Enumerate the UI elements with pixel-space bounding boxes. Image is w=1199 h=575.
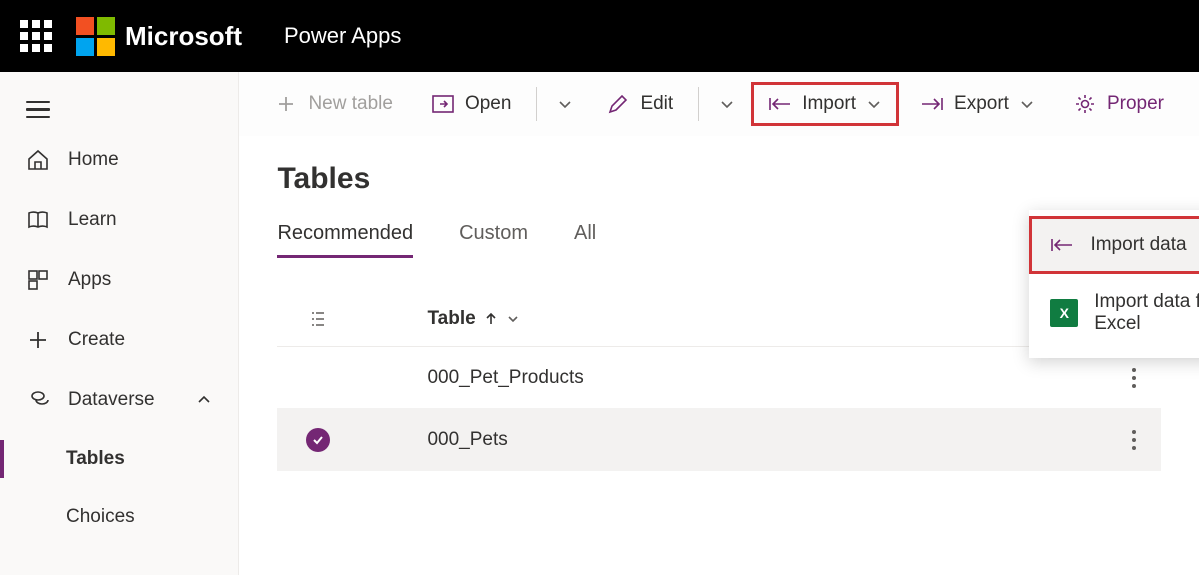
list-icon [308, 309, 328, 329]
tabs: Recommended Custom All [277, 222, 1161, 258]
row-more-button[interactable] [1131, 429, 1137, 451]
sidebar-item-choices[interactable]: Choices [0, 488, 238, 546]
microsoft-squares-icon [76, 17, 115, 56]
table-row[interactable]: 000_Pets [277, 409, 1161, 471]
open-icon [431, 92, 455, 116]
row-name: 000_Pet_Products [353, 367, 583, 389]
table-header: Table [277, 308, 1161, 347]
dropdown-item-import-excel[interactable]: X Import data from Excel [1029, 274, 1199, 352]
column-select[interactable] [283, 309, 353, 329]
dataverse-icon [26, 388, 50, 412]
check-circle-icon [306, 428, 330, 452]
microsoft-logo: Microsoft [76, 17, 242, 56]
dropdown-item-label: Import data [1090, 234, 1186, 256]
chevron-down-icon [719, 96, 735, 112]
hamburger-icon [26, 101, 50, 119]
chevron-down-icon [506, 312, 520, 326]
sidebar-toggle[interactable] [0, 72, 238, 130]
dropdown-item-import-data[interactable]: Import data [1029, 216, 1199, 274]
row-checkbox[interactable] [283, 428, 353, 452]
separator [536, 87, 537, 121]
command-bar: New table Open Edit [239, 72, 1199, 136]
chevron-down-icon [1019, 96, 1035, 112]
brand-text: Microsoft [125, 21, 242, 52]
more-vertical-icon [1131, 429, 1137, 451]
more-vertical-icon [1131, 367, 1137, 389]
pencil-icon [606, 92, 630, 116]
separator [698, 87, 699, 121]
plus-icon [26, 328, 50, 352]
column-header-label: Table [427, 308, 475, 330]
row-name: 000_Pets [353, 429, 507, 451]
sidebar-item-label: Choices [66, 506, 135, 528]
open-chevron[interactable] [545, 82, 585, 126]
excel-icon: X [1050, 299, 1078, 327]
import-button[interactable]: Import [751, 82, 899, 126]
properties-button[interactable]: Proper [1056, 82, 1181, 126]
new-table-button[interactable]: New table [257, 82, 410, 126]
cmd-label: Edit [640, 93, 673, 115]
cmd-label: Open [465, 93, 511, 115]
sidebar-item-dataverse[interactable]: Dataverse [0, 370, 238, 430]
sidebar-item-label: Dataverse [68, 389, 155, 411]
sidebar-item-label: Learn [68, 209, 117, 231]
apps-icon [26, 268, 50, 292]
edit-chevron[interactable] [707, 82, 747, 126]
sidebar-item-label: Home [68, 149, 119, 171]
chevron-down-icon [866, 96, 882, 112]
open-button[interactable]: Open [414, 82, 528, 126]
sidebar-item-apps[interactable]: Apps [0, 250, 238, 310]
book-icon [26, 208, 50, 232]
chevron-down-icon [557, 96, 573, 112]
cmd-label: Import [802, 93, 856, 115]
home-icon [26, 148, 50, 172]
sidebar: Home Learn Apps Create D [0, 72, 239, 575]
sidebar-item-home[interactable]: Home [0, 130, 238, 190]
gear-icon [1073, 92, 1097, 116]
main-area: New table Open Edit [239, 72, 1199, 575]
row-more-button[interactable] [1131, 367, 1137, 389]
column-header-table[interactable]: Table [353, 308, 519, 330]
app-launcher-icon[interactable] [20, 20, 52, 52]
cmd-label: Export [954, 93, 1009, 115]
dropdown-item-label: Import data from Excel [1094, 291, 1199, 335]
sidebar-item-label: Apps [68, 269, 111, 291]
tab-custom[interactable]: Custom [459, 222, 528, 258]
import-dropdown: Import data X Import data from Excel [1029, 210, 1199, 358]
sidebar-item-create[interactable]: Create [0, 310, 238, 370]
sidebar-item-label: Tables [66, 448, 125, 470]
edit-button[interactable]: Edit [589, 82, 690, 126]
cmd-label: New table [308, 93, 393, 115]
sidebar-item-learn[interactable]: Learn [0, 190, 238, 250]
tab-all[interactable]: All [574, 222, 596, 258]
app-name: Power Apps [284, 23, 401, 49]
table-row[interactable]: 000_Pet_Products [277, 347, 1161, 409]
top-bar: Microsoft Power Apps [0, 0, 1199, 72]
chevron-up-icon [196, 392, 212, 408]
sidebar-item-label: Create [68, 329, 125, 351]
cmd-label: Proper [1107, 93, 1164, 115]
sidebar-item-tables[interactable]: Tables [0, 430, 238, 488]
tab-recommended[interactable]: Recommended [277, 222, 413, 258]
import-icon [768, 92, 792, 116]
page-title: Tables [277, 162, 1161, 196]
export-button[interactable]: Export [903, 82, 1052, 126]
export-icon [920, 92, 944, 116]
import-icon [1050, 233, 1074, 257]
arrow-up-icon [484, 312, 498, 326]
plus-icon [274, 92, 298, 116]
